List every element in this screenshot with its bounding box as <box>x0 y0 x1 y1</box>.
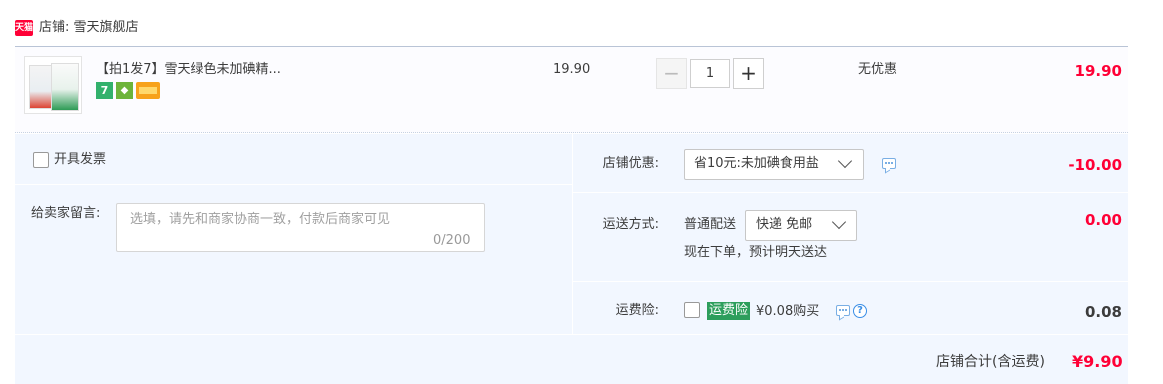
credit-card-icon[interactable] <box>136 82 160 99</box>
seven-day-return-icon[interactable]: 7 <box>96 82 113 99</box>
options-divider <box>573 281 1128 282</box>
guarantee-shield-icon[interactable]: ◆ <box>116 82 133 99</box>
insurance-amount: 0.08 <box>1084 303 1122 321</box>
product-package-right <box>51 63 79 111</box>
help-icon[interactable]: ? <box>853 304 867 318</box>
invoice-checkbox[interactable] <box>33 152 49 168</box>
unit-price: 19.90 <box>553 62 591 77</box>
memo-label: 给卖家留言: <box>31 206 101 221</box>
memo-placeholder: 选填，请先和商家协商一致，付款后商家可见 <box>130 212 391 227</box>
memo-char-count: 0/200 <box>433 233 471 248</box>
shipping-label: 运送方式: <box>602 217 659 232</box>
quantity-minus-button[interactable]: − <box>656 58 687 89</box>
quantity-input[interactable]: 1 <box>690 59 730 88</box>
quantity-plus-button[interactable]: + <box>733 58 764 89</box>
shop-name[interactable]: 店铺: 雪天旗舰店 <box>39 19 139 37</box>
insurance-badge: 运费险 <box>707 302 751 320</box>
chat-icon[interactable] <box>882 158 896 169</box>
options-divider-vertical <box>572 134 573 334</box>
chat-icon[interactable] <box>836 305 850 316</box>
cart-item-row <box>15 47 1128 133</box>
insurance-price: ¥0.08购买 <box>756 304 820 319</box>
shop-promo-selected: 省10元:未加碘食用盐 <box>694 156 819 171</box>
service-icons: 7 ◆ <box>96 82 160 100</box>
shop-total-label: 店铺合计(含运费) <box>936 354 1045 370</box>
shipping-method: 普通配送 <box>684 217 737 232</box>
shop-promo-amount: -10.00 <box>1068 156 1122 174</box>
insurance-checkbox[interactable] <box>684 302 700 318</box>
tmall-badge-icon: 天猫 <box>15 20 33 36</box>
options-divider <box>573 192 1128 193</box>
product-thumbnail[interactable] <box>24 56 82 114</box>
shop-promo-label: 店铺优惠: <box>602 156 659 171</box>
invoice-label[interactable]: 开具发票 <box>54 151 106 169</box>
shipping-note: 现在下单，预计明天送达 <box>684 245 828 260</box>
item-subtotal: 19.90 <box>1074 62 1122 80</box>
shipping-amount: 0.00 <box>1084 211 1122 229</box>
shop-total-amount: ¥9.90 <box>1072 352 1123 371</box>
product-title[interactable]: 【拍1发7】雪天绿色未加碘精... <box>96 61 281 79</box>
insurance-label: 运费险: <box>615 303 659 318</box>
shipping-selected: 快递 免邮 <box>756 217 813 232</box>
item-discount: 无优惠 <box>858 62 898 77</box>
